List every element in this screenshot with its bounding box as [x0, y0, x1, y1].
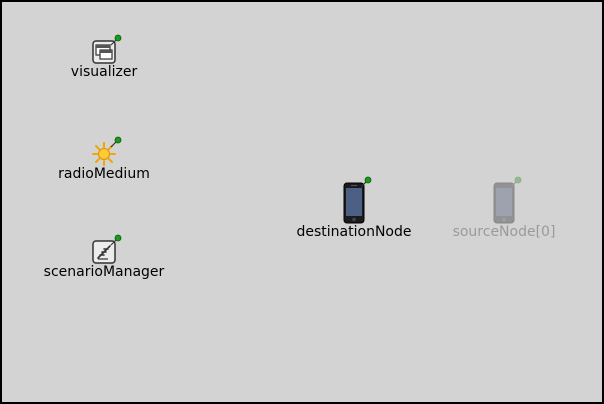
module-label: destinationNode [296, 224, 412, 240]
pin-icon [510, 176, 522, 188]
module-radio-medium[interactable]: radioMedium [52, 136, 156, 182]
pin-icon [110, 136, 122, 148]
module-destination-node[interactable]: destinationNode [286, 176, 422, 240]
network-canvas[interactable]: visualizer radioMedium scenarioManager d… [0, 0, 604, 404]
scenario-manager-icon [92, 234, 122, 264]
module-label: radioMedium [58, 166, 150, 182]
mobile-phone-icon [492, 176, 522, 224]
pin-icon [360, 176, 372, 188]
module-visualizer[interactable]: visualizer [64, 34, 144, 80]
module-scenario-manager[interactable]: scenarioManager [38, 234, 170, 280]
module-label: sourceNode[0] [452, 224, 556, 240]
radio-medium-sun-icon [92, 136, 122, 166]
mobile-phone-icon [342, 176, 372, 224]
visualizer-window-icon [92, 34, 122, 64]
module-label: visualizer [70, 64, 138, 80]
module-source-node[interactable]: sourceNode[0] [446, 176, 562, 240]
module-label: scenarioManager [43, 264, 165, 280]
pin-icon [110, 234, 122, 246]
pin-icon [110, 34, 122, 46]
